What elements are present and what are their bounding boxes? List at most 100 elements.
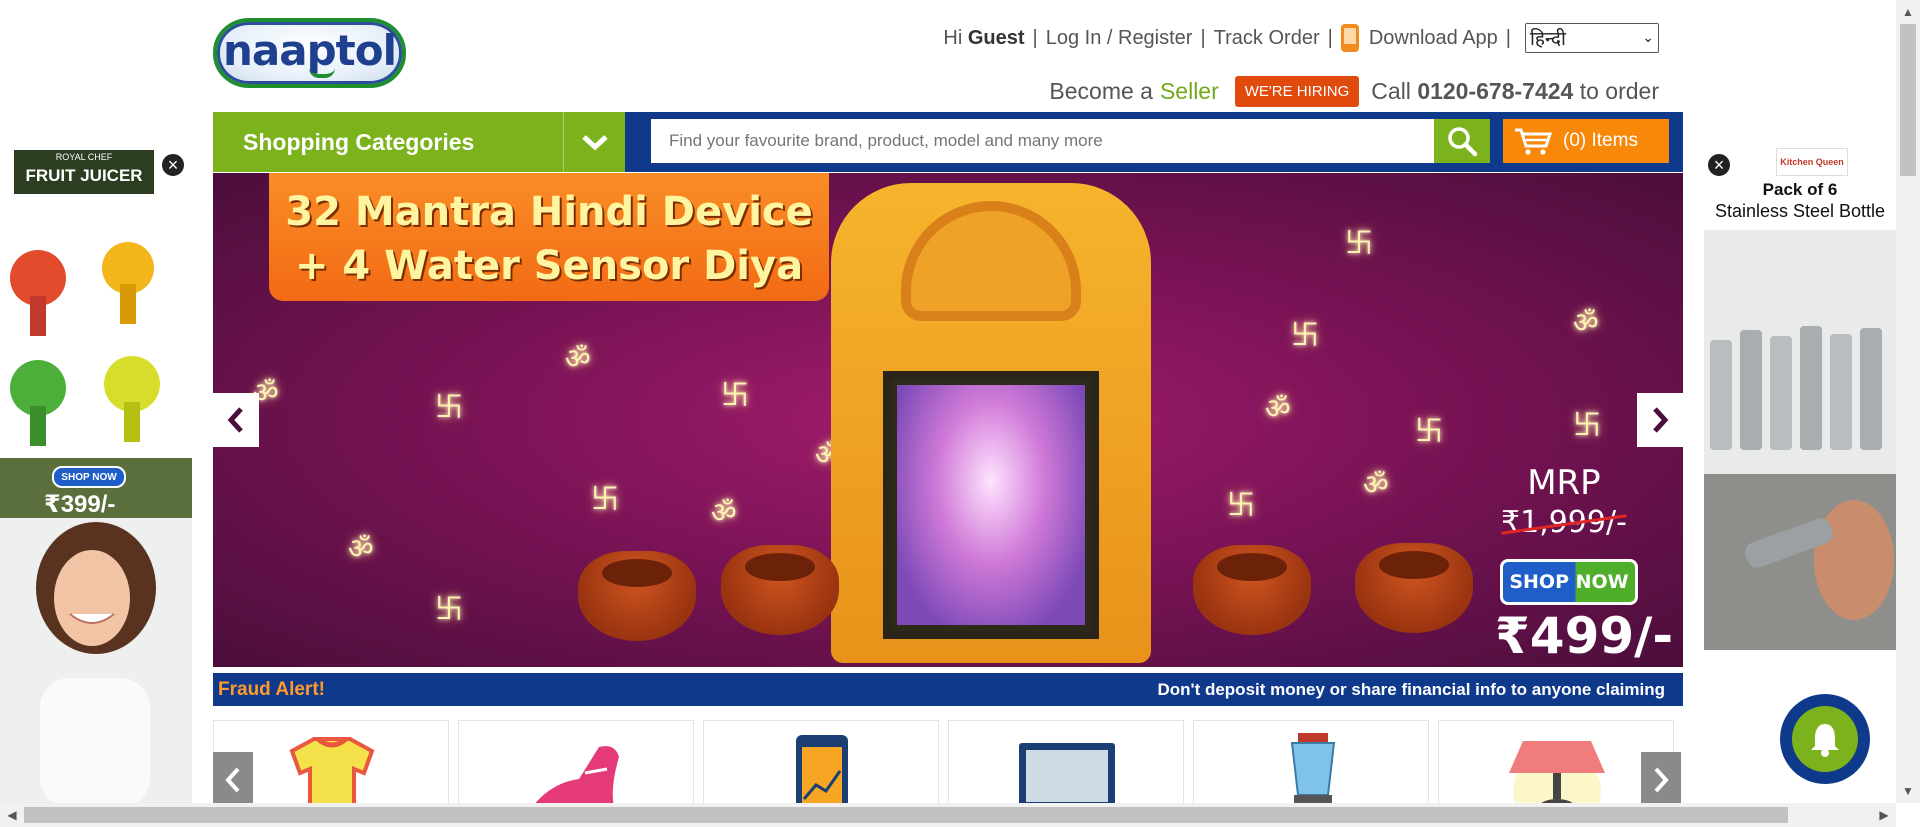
categories-dropdown-toggle[interactable]	[563, 112, 625, 172]
hero-banner[interactable]: 32 Mantra Hindi Device + 4 Water Sensor …	[213, 173, 1683, 667]
banner-prev-button[interactable]	[213, 393, 259, 447]
user-name: Guest	[967, 26, 1025, 49]
mrp-block: MRP ₹1,999/-	[1501, 463, 1627, 543]
scroll-down-arrow-icon[interactable]: ▼	[1896, 779, 1920, 803]
scroll-up-arrow-icon[interactable]: ▲	[1896, 0, 1920, 24]
banner-next-button[interactable]	[1637, 393, 1683, 447]
fraud-alert-message: Don't deposit money or share financial i…	[1157, 679, 1665, 699]
laptop-icon	[1019, 743, 1115, 803]
close-ad-button[interactable]: ×	[160, 152, 186, 178]
swastika-symbol-icon: 卐	[591, 482, 620, 515]
login-register-link[interactable]: Log In / Register	[1046, 27, 1193, 50]
scroll-right-arrow-icon[interactable]: ▶	[1872, 803, 1896, 827]
close-ad-button[interactable]: ×	[1706, 152, 1732, 178]
download-app-link[interactable]: Download App	[1369, 27, 1498, 50]
lamp-icon	[1509, 741, 1605, 803]
banner-shop-now-button[interactable]: SHOP NOW	[1500, 559, 1638, 605]
device-crown	[901, 201, 1081, 321]
hiring-badge[interactable]: WE'RE HIRING	[1234, 75, 1360, 107]
page: naaptol Hi Guest | Log In / Register | T…	[0, 0, 1896, 803]
om-symbol-icon: ॐ	[565, 342, 591, 375]
diya-image	[1193, 545, 1311, 635]
call-to-order: Call 0120-678-7424 to order	[1371, 78, 1659, 105]
ganesha-image	[897, 385, 1085, 625]
ad-title-line2: Stainless Steel Bottle	[1714, 201, 1886, 221]
banner-price: ₹499/-	[1495, 607, 1674, 665]
chevron-right-icon	[1653, 407, 1669, 433]
category-tile[interactable]	[703, 720, 939, 803]
cart-count-label: (0) Items	[1563, 130, 1638, 151]
become-seller-link[interactable]: Seller	[1160, 78, 1219, 105]
bell-inner	[1792, 706, 1858, 772]
naaptol-logo[interactable]: naaptol	[213, 18, 406, 88]
fraud-alert-label: Fraud Alert!	[218, 678, 325, 700]
category-tile[interactable]	[458, 720, 694, 803]
vertical-scrollbar[interactable]: ▲ ▼	[1896, 0, 1920, 803]
language-select[interactable]: हिन्दी ⌄	[1525, 23, 1659, 53]
horizontal-scroll-thumb[interactable]	[24, 807, 1788, 823]
woman-model-image	[0, 518, 192, 803]
category-tile[interactable]	[1438, 720, 1674, 803]
call-suffix: to order	[1579, 77, 1659, 104]
mrp-value: ₹1,999/-	[1501, 503, 1627, 543]
separator: |	[1505, 26, 1511, 49]
ad-title: Pack of 6 Stainless Steel Bottle	[1704, 180, 1896, 222]
category-tile[interactable]	[1193, 720, 1429, 803]
diya-image	[1355, 543, 1473, 633]
banner-title-line2: + 4 Water Sensor Diya	[294, 243, 804, 289]
notification-bell-button[interactable]	[1780, 694, 1870, 784]
call-prefix: Call	[1371, 77, 1411, 104]
banner-title-line1: 32 Mantra Hindi Device	[285, 189, 813, 235]
mantra-device-image	[831, 183, 1151, 663]
blender-icon	[1290, 733, 1336, 803]
banner-title: 32 Mantra Hindi Device + 4 Water Sensor …	[269, 173, 829, 301]
chevron-right-icon	[1654, 767, 1669, 793]
om-symbol-icon: ॐ	[1265, 392, 1291, 425]
become-a-text: Become a	[1049, 77, 1153, 104]
om-symbol-icon: ॐ	[711, 496, 737, 529]
swastika-symbol-icon: 卐	[721, 378, 750, 411]
left-side-ad[interactable]: ROYAL CHEF FRUIT JUICER SHOP NOW ₹399/- …	[0, 146, 192, 803]
ad-shop-now-button[interactable]: SHOP NOW	[52, 466, 126, 488]
separator: |	[1327, 26, 1333, 49]
category-prev-button[interactable]	[213, 752, 253, 803]
chevron-down-icon	[581, 135, 608, 151]
search-button[interactable]	[1434, 119, 1490, 163]
scroll-left-arrow-icon[interactable]: ◀	[0, 803, 24, 827]
mrp-label: MRP	[1527, 463, 1601, 503]
ad-brand: Kitchen Queen	[1776, 148, 1848, 176]
swastika-symbol-icon: 卐	[1291, 318, 1320, 351]
device-screen	[883, 371, 1099, 639]
top-nav: Hi Guest | Log In / Register | Track Ord…	[943, 23, 1659, 53]
language-selected: हिन्दी	[1530, 28, 1566, 50]
category-tile[interactable]	[948, 720, 1184, 803]
search-icon	[1448, 127, 1478, 157]
track-order-link[interactable]: Track Order	[1214, 27, 1320, 50]
swastika-symbol-icon: 卐	[435, 390, 464, 423]
search-input[interactable]	[651, 119, 1441, 163]
mobile-phone-icon	[1340, 24, 1359, 52]
diya-image	[721, 545, 839, 635]
category-next-button[interactable]	[1641, 752, 1681, 803]
horizontal-scrollbar[interactable]: ◀ ▶	[0, 803, 1896, 827]
swastika-symbol-icon: 卐	[435, 592, 464, 625]
main-nav-bar: Shopping Categories (0) Items	[213, 112, 1683, 172]
ad-price-strip: SHOP NOW ₹399/-	[0, 458, 192, 518]
cart-button[interactable]: (0) Items	[1503, 119, 1669, 163]
vertical-scroll-thumb[interactable]	[1900, 24, 1916, 176]
bell-icon	[1811, 724, 1839, 757]
mobile-icon	[796, 735, 848, 803]
fraud-alert-bar: Fraud Alert! Don't deposit money or shar…	[213, 673, 1683, 706]
shoe-icon	[535, 746, 619, 803]
greeting-text: Hi	[943, 26, 963, 49]
swastika-symbol-icon: 卐	[1415, 414, 1444, 447]
separator: |	[1032, 26, 1038, 49]
ad-brand: ROYAL CHEF	[55, 152, 113, 162]
ad-brand-box: ROYAL CHEF FRUIT JUICER	[14, 150, 154, 194]
juicer-product-image	[10, 242, 160, 446]
swastika-symbol-icon: 卐	[1345, 226, 1374, 259]
chevron-down-icon: ⌄	[1642, 30, 1654, 46]
swastika-symbol-icon: 卐	[1573, 408, 1602, 441]
cart-icon	[1515, 128, 1553, 155]
om-symbol-icon: ॐ	[1573, 306, 1599, 339]
